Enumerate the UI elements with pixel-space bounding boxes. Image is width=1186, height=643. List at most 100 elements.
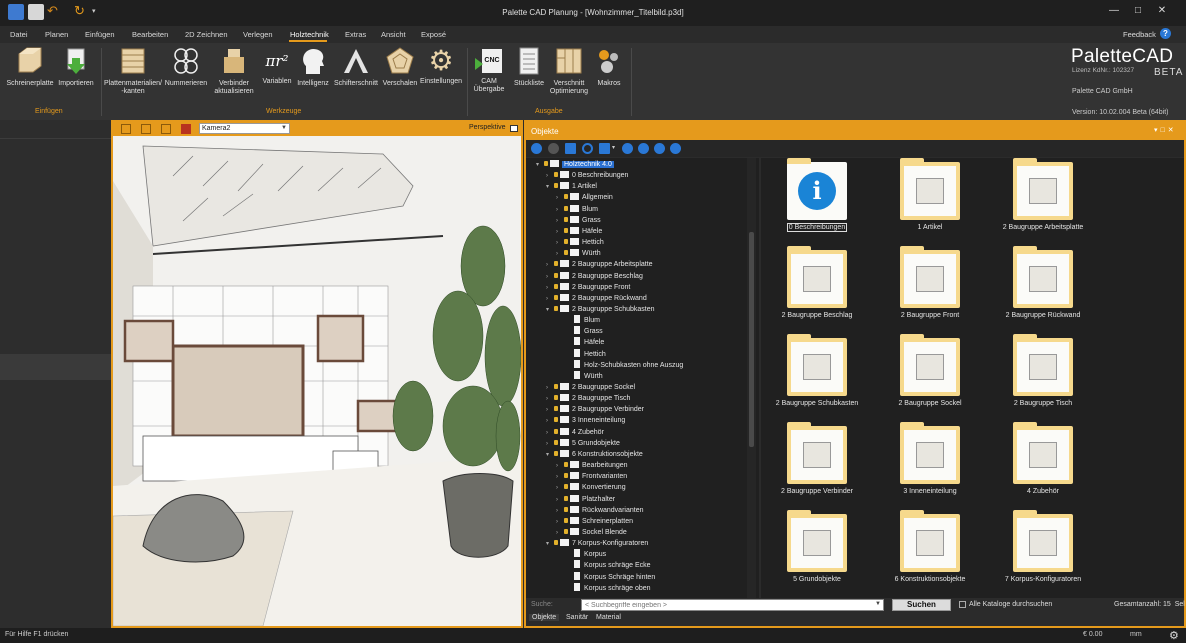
tab-ansicht[interactable]: Ansicht: [381, 30, 406, 39]
intelligenz-button[interactable]: Intelligenz: [294, 46, 332, 88]
remove-icon[interactable]: [638, 143, 649, 154]
catalog-item[interactable]: 2 Baugruppe Verbinder: [762, 422, 872, 495]
catalog-item[interactable]: 2 Baugruppe Beschlag: [762, 246, 872, 319]
suchen-button[interactable]: Suchen: [892, 599, 951, 611]
tree-item[interactable]: › 3 Inneneinteilung: [546, 415, 625, 426]
tree-item[interactable]: › Schreinerplatten: [556, 516, 633, 527]
chevron-down-icon[interactable]: ▾: [546, 182, 554, 193]
view-layout-icon[interactable]: [141, 124, 151, 134]
tab-material[interactable]: Material: [593, 614, 624, 621]
catalog-item[interactable]: 2 Baugruppe Tisch: [988, 334, 1098, 407]
tree-item[interactable]: › 4 Zubehör: [546, 427, 604, 438]
tree-item[interactable]: › Allgemein: [556, 192, 613, 203]
tree-item[interactable]: ▾ 6 Konstruktionsobjekte: [546, 449, 643, 460]
tree-item[interactable]: › Grass: [556, 215, 601, 226]
einstellungen-button[interactable]: ⚙ Einstellungen: [419, 46, 463, 86]
view-settings-icon[interactable]: [121, 124, 131, 134]
cam-uebergabe-button[interactable]: CNC CAM Übergabe: [470, 46, 508, 94]
minimize-button[interactable]: —: [1104, 3, 1124, 19]
tree-item[interactable]: Korpus schräge Ecke: [566, 560, 651, 571]
checkmark-icon[interactable]: [599, 143, 610, 154]
catalog-item[interactable]: 2 Baugruppe Schubkasten: [762, 334, 872, 407]
tree-item[interactable]: Korpus schräge oben: [566, 582, 651, 594]
render-icon[interactable]: [181, 124, 191, 134]
schifterschnitt-button[interactable]: Schifterschnitt: [332, 46, 380, 88]
chevron-down-icon[interactable]: ▼: [875, 601, 881, 607]
help-icon[interactable]: ?: [1160, 28, 1171, 39]
tree-item[interactable]: › 2 Baugruppe Sockel: [546, 382, 635, 393]
tree-scrollbar-thumb[interactable]: [749, 232, 754, 447]
perspective-label[interactable]: Perspektive: [469, 124, 506, 131]
tree-item[interactable]: Korpus: [566, 549, 606, 560]
tree-item[interactable]: › Blum: [556, 204, 598, 215]
catalog-item[interactable]: 5 Grundobjekte: [762, 510, 872, 583]
tree-item[interactable]: › 2 Baugruppe Tisch: [546, 393, 630, 404]
catalog-item[interactable]: i 0 Beschreibungen: [762, 158, 872, 232]
chevron-down-icon[interactable]: ▾: [536, 160, 544, 171]
verschnitt-optimierung-button[interactable]: Verschnitt Optimierung: [547, 46, 591, 96]
tab-planen[interactable]: Planen: [45, 30, 68, 39]
3d-viewport[interactable]: Kamera2 ▼ Perspektive: [111, 120, 523, 628]
nummerieren-button[interactable]: Nummerieren: [163, 46, 209, 88]
tree-item[interactable]: ▾ 1 Artikel: [546, 181, 597, 192]
tab-2d-zeichnen[interactable]: 2D Zeichnen: [185, 30, 228, 39]
tree-item[interactable]: › 2 Baugruppe Verbinder: [546, 404, 644, 415]
tree-item[interactable]: ▾ 2 Baugruppe Schubkasten: [546, 304, 655, 315]
catalog-tree[interactable]: ▾ Holztechnik 4.0 › 0 Beschreibungen ▾ 1 Arti…: [526, 158, 759, 598]
tree-item[interactable]: › 2 Baugruppe Front: [546, 282, 630, 293]
catalog-item[interactable]: 7 Korpus-Konfiguratoren: [988, 510, 1098, 583]
verbinder-aktualisieren-button[interactable]: Verbinder aktualisieren: [210, 46, 258, 96]
tree-item[interactable]: › 5 Grundobjekte: [546, 438, 620, 449]
left-pane-selected-row[interactable]: [0, 354, 111, 380]
search-icon[interactable]: [582, 143, 593, 154]
catalog-item[interactable]: 4 Zubehör: [988, 422, 1098, 495]
tree-item[interactable]: › Bearbeitungen: [556, 460, 628, 471]
catalog-grid[interactable]: i 0 Beschreibungen 1 Artikel 2 Baugruppe Ar…: [761, 158, 1184, 598]
tab-datei[interactable]: Datei: [10, 30, 28, 39]
chevron-down-icon[interactable]: ▾: [546, 450, 554, 461]
tree-item[interactable]: › Rückwandvarianten: [556, 505, 643, 516]
tree-item[interactable]: Häfele: [566, 337, 604, 348]
tree-item[interactable]: ▾ Holztechnik 4.0: [536, 159, 614, 170]
tree-item[interactable]: Würth: [566, 370, 603, 382]
view-copy-icon[interactable]: [161, 124, 171, 134]
tab-einfuegen[interactable]: Einfügen: [85, 30, 115, 39]
home-icon[interactable]: [565, 143, 576, 154]
tab-bearbeiten[interactable]: Bearbeiten: [132, 30, 168, 39]
chevron-down-icon[interactable]: ▾: [546, 305, 554, 316]
tree-item[interactable]: Holz-Schubkasten ohne Auszug: [566, 359, 683, 371]
close-button[interactable]: ✕: [1152, 3, 1172, 19]
importieren-button[interactable]: Importieren: [56, 46, 96, 88]
tree-item[interactable]: › Hettich: [556, 237, 604, 248]
stueckliste-button[interactable]: Stückliste: [510, 46, 548, 88]
tree-item[interactable]: › Frontvarianten: [556, 471, 627, 482]
tab-sanitaer[interactable]: Sanitär: [563, 614, 591, 621]
panel-window-controls[interactable]: ▾□✕: [1154, 126, 1177, 134]
tree-item[interactable]: Blum: [566, 315, 600, 326]
tree-item[interactable]: › Platzhalter: [556, 494, 615, 505]
maximize-view-icon[interactable]: [510, 125, 518, 132]
status-unit[interactable]: mm: [1130, 631, 1142, 638]
tree-item[interactable]: › Konvertierung: [556, 482, 626, 493]
help-icon[interactable]: [670, 143, 681, 154]
tree-item[interactable]: › 2 Baugruppe Rückwand: [546, 293, 647, 304]
tree-item[interactable]: › Häfele: [556, 226, 602, 237]
catalog-item[interactable]: 2 Baugruppe Arbeitsplatte: [988, 158, 1098, 231]
back-icon[interactable]: [531, 143, 542, 154]
schreinerplatte-button[interactable]: Schreinerplatte: [4, 46, 56, 88]
catalog-item[interactable]: 1 Artikel: [875, 158, 985, 231]
search-input[interactable]: [581, 599, 884, 611]
tab-holztechnik[interactable]: Holztechnik: [290, 30, 329, 39]
tree-item[interactable]: › Würth: [556, 248, 601, 259]
tree-item[interactable]: Korpus Schräge hinten: [566, 571, 655, 583]
forward-icon[interactable]: [548, 143, 559, 154]
tab-expose[interactable]: Exposé: [421, 30, 446, 39]
chevron-down-icon[interactable]: ▾: [546, 539, 554, 550]
tree-item[interactable]: › 0 Beschreibungen: [546, 170, 628, 181]
feedback-link[interactable]: Feedback: [1123, 30, 1156, 39]
add-icon[interactable]: [622, 143, 633, 154]
catalog-item[interactable]: 6 Konstruktionsobjekte: [875, 510, 985, 583]
catalog-item[interactable]: 3 Inneneinteilung: [875, 422, 985, 495]
tab-extras[interactable]: Extras: [345, 30, 366, 39]
all-catalogs-checkbox[interactable]: [959, 601, 966, 608]
